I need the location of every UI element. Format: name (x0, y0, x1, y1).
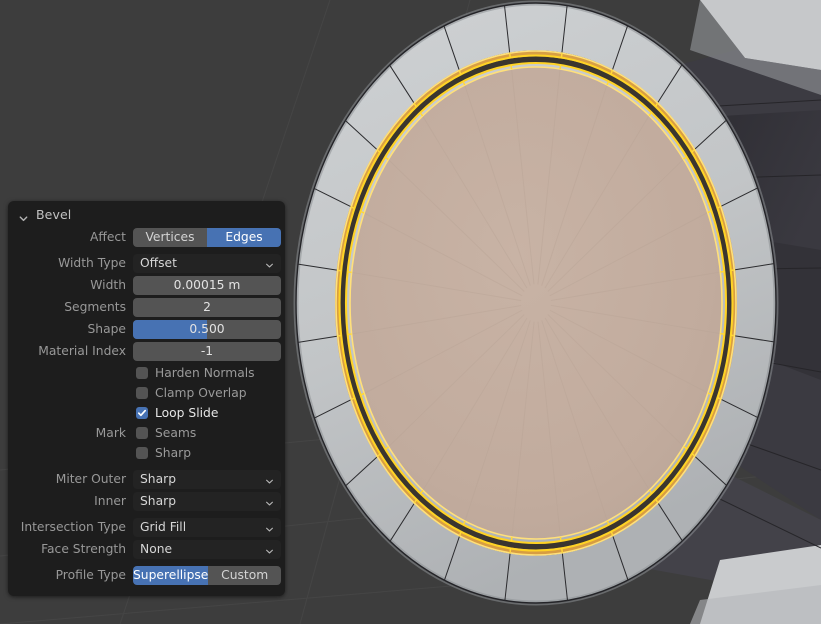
miter-inner-value: Sharp (140, 494, 176, 508)
width-type-label: Width Type (58, 256, 126, 270)
profile-type-option-custom[interactable]: Custom (208, 565, 281, 585)
material-index-value: -1 (200, 344, 214, 358)
width-label: Width (90, 278, 126, 292)
mark-label: Mark (95, 426, 126, 440)
bevel-redo-panel[interactable]: Bevel Affect Vertices Edges Width Type O… (8, 201, 285, 596)
intersection-type-value: Grid Fill (140, 520, 187, 534)
material-index-label: Material Index (38, 344, 126, 358)
affect-label: Affect (89, 230, 126, 244)
miter-inner-label: Inner (94, 494, 126, 508)
segments-label: Segments (64, 300, 126, 314)
bevel-ring-mesh (293, 0, 779, 606)
sharp-checkbox[interactable] (136, 447, 148, 459)
material-index-field[interactable]: -1 (133, 341, 281, 361)
row-loop-slide: Loop Slide (8, 403, 285, 423)
seams-checkbox[interactable] (136, 427, 148, 439)
row-width: Width 0.00015 m (8, 275, 285, 295)
intersection-type-dropdown[interactable]: Grid Fill (133, 517, 281, 537)
harden-normals-checkbox[interactable] (136, 367, 148, 379)
clamp-overlap-label: Clamp Overlap (155, 386, 247, 400)
row-shape: Shape 0.500 (8, 319, 285, 339)
miter-outer-label: Miter Outer (55, 472, 126, 486)
shape-label: Shape (87, 322, 126, 336)
row-intersection-type: Intersection Type Grid Fill (8, 517, 285, 537)
row-miter-inner: Inner Sharp (8, 491, 285, 511)
check-icon (137, 409, 147, 417)
chevron-down-icon (265, 523, 274, 532)
row-material-index: Material Index -1 (8, 341, 285, 361)
sharp-label: Sharp (155, 446, 191, 460)
profile-type-label: Profile Type (55, 568, 126, 582)
row-harden-normals: Harden Normals (8, 363, 285, 383)
chevron-down-icon (265, 497, 274, 506)
row-width-type: Width Type Offset (8, 253, 285, 273)
intersection-type-label: Intersection Type (20, 520, 126, 534)
face-strength-value: None (140, 542, 173, 556)
segments-value: 2 (203, 300, 211, 314)
row-face-strength: Face Strength None (8, 539, 285, 559)
loop-slide-label: Loop Slide (155, 406, 219, 420)
harden-normals-label: Harden Normals (155, 366, 255, 380)
shape-value: 0.500 (189, 322, 225, 336)
miter-outer-value: Sharp (140, 472, 176, 486)
row-clamp-overlap: Clamp Overlap (8, 383, 285, 403)
chevron-down-icon[interactable] (18, 209, 29, 221)
profile-type-toggle-group[interactable]: Superellipse Custom (133, 565, 281, 585)
seams-label: Seams (155, 426, 197, 440)
row-profile-type: Profile Type Superellipse Custom (8, 565, 285, 585)
profile-type-option-superellipse[interactable]: Superellipse (133, 565, 209, 585)
width-type-value: Offset (140, 256, 177, 270)
row-affect: Affect Vertices Edges (8, 227, 285, 247)
width-type-dropdown[interactable]: Offset (133, 253, 281, 273)
chevron-down-icon (265, 545, 274, 554)
row-segments: Segments 2 (8, 297, 285, 317)
miter-outer-dropdown[interactable]: Sharp (133, 469, 281, 489)
loop-slide-checkbox[interactable] (136, 407, 148, 419)
chevron-down-icon (265, 475, 274, 484)
face-strength-dropdown[interactable]: None (133, 539, 281, 559)
miter-inner-dropdown[interactable]: Sharp (133, 491, 281, 511)
width-value: 0.00015 m (173, 278, 241, 292)
face-strength-label: Face Strength (41, 542, 126, 556)
shape-slider[interactable]: 0.500 (133, 319, 281, 339)
row-mark-seams: Mark Seams (8, 423, 285, 443)
clamp-overlap-checkbox[interactable] (136, 387, 148, 399)
affect-toggle-group[interactable]: Vertices Edges (133, 227, 281, 247)
panel-title: Bevel (36, 206, 72, 222)
row-miter-outer: Miter Outer Sharp (8, 469, 285, 489)
width-field[interactable]: 0.00015 m (133, 275, 281, 295)
affect-option-edges[interactable]: Edges (207, 227, 281, 247)
chevron-down-icon (265, 259, 274, 268)
panel-header[interactable]: Bevel (8, 201, 285, 227)
row-mark-sharp: Sharp (8, 443, 285, 463)
affect-option-vertices[interactable]: Vertices (133, 227, 207, 247)
segments-field[interactable]: 2 (133, 297, 281, 317)
